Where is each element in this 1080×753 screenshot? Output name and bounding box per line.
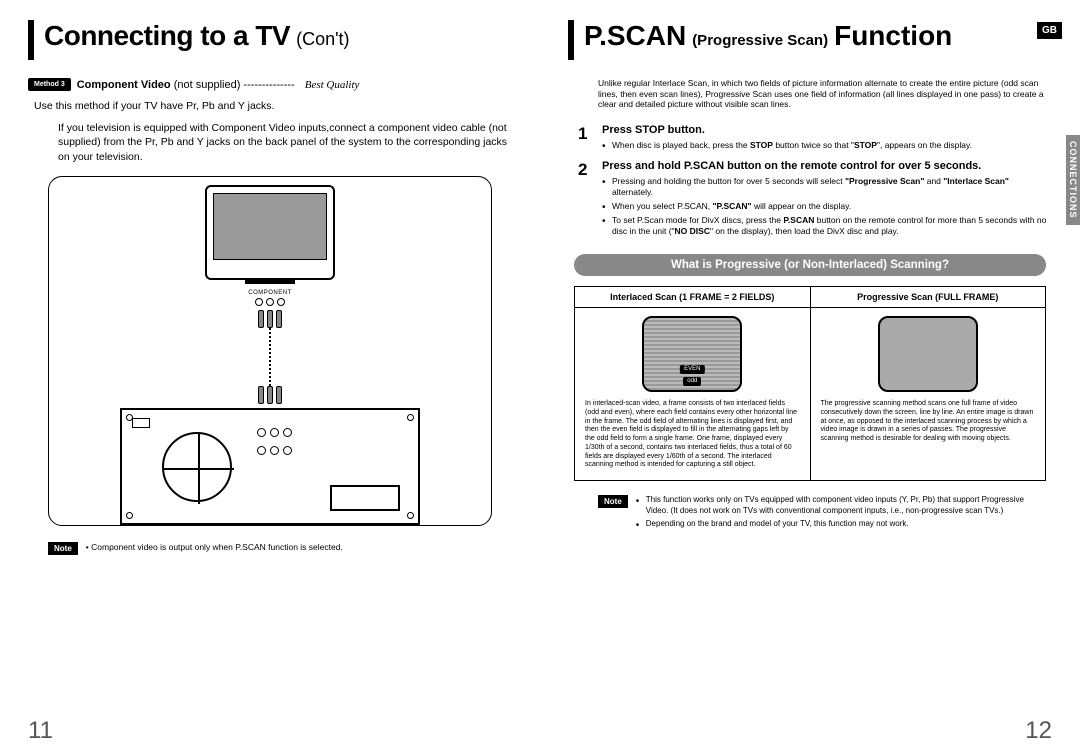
- intro-line: Use this method if your TV have Pr, Pb a…: [34, 99, 512, 113]
- cable-plugs-bottom: [258, 386, 282, 404]
- cable-icon: [269, 328, 271, 386]
- method-text: Component Video (not supplied) ---------…: [77, 79, 295, 91]
- note-pill-right: Note: [598, 495, 628, 508]
- step-2-bullet-2: When you select P.SCAN, "P.SCAN" will ap…: [602, 201, 1052, 212]
- cell-interlaced-text: In interlaced-scan video, a frame consis…: [585, 400, 800, 470]
- note-right-bullet-2: Depending on the brand and model of your…: [636, 519, 1046, 529]
- step-2: 2 Press and hold P.SCAN button on the re…: [578, 160, 1052, 240]
- cell-progressive-text: The progressive scanning method scans on…: [821, 400, 1036, 444]
- cell-progressive: The progressive scanning method scans on…: [811, 308, 1046, 480]
- fan-icon: [162, 432, 232, 502]
- cable-plugs-top: [258, 310, 282, 328]
- page-12: GB CONNECTIONS P.SCAN (Progressive Scan) …: [540, 0, 1080, 753]
- best-quality-label: Best Quality: [305, 79, 360, 91]
- progressive-screen-icon: [878, 316, 978, 392]
- intro-paragraph: Unlike regular Interlace Scan, in which …: [598, 78, 1052, 110]
- page-number-right: 12: [1025, 717, 1052, 745]
- step-2-title: Press and hold P.SCAN button on the remo…: [602, 160, 1052, 172]
- section-heading-bar: What is Progressive (or Non-Interlaced) …: [574, 254, 1046, 276]
- note-right: Note This function works only on TVs equ…: [598, 495, 1046, 532]
- title-main-left: Connecting to a TV: [44, 20, 290, 52]
- step-2-bullet-3: To set P.Scan mode for DivX discs, press…: [602, 215, 1052, 237]
- section-tab: CONNECTIONS: [1066, 135, 1080, 225]
- title-bar-left: Connecting to a TV (Con't): [28, 20, 512, 60]
- note-right-bullet-1: This function works only on TVs equipped…: [636, 495, 1046, 516]
- title-progressive: (Progressive Scan): [692, 32, 828, 49]
- language-badge: GB: [1037, 22, 1062, 39]
- tv-icon: [205, 185, 335, 280]
- scart-icon: [330, 485, 400, 511]
- step-1-num: 1: [578, 124, 594, 154]
- title-bar-right: P.SCAN (Progressive Scan) Function: [568, 20, 1022, 60]
- title-pscan: P.SCAN: [584, 20, 686, 52]
- method-pill: Method 3: [28, 78, 71, 91]
- step-2-bullet-1: Pressing and holding the button for over…: [602, 176, 1052, 198]
- step-2-num: 2: [578, 160, 594, 240]
- th-progressive: Progressive Scan (FULL FRAME): [811, 287, 1046, 308]
- step-1: 1 Press STOP button. When disc is played…: [578, 124, 1052, 154]
- method-row: Method 3 Component Video (not supplied) …: [28, 78, 512, 91]
- page-number-left: 11: [28, 717, 53, 745]
- receiver-rear-icon: [120, 408, 420, 525]
- connection-diagram: COMPONENT: [48, 176, 492, 526]
- step-1-bullet-1: When disc is played back, press the STOP…: [602, 140, 1052, 151]
- interlaced-screen-icon: EVEN odd: [642, 316, 742, 392]
- cell-interlaced: EVEN odd In interlaced-scan video, a fra…: [575, 308, 811, 480]
- step-1-title: Press STOP button.: [602, 124, 1052, 136]
- scan-comparison-table: Interlaced Scan (1 FRAME = 2 FIELDS) Pro…: [574, 286, 1046, 481]
- page-11: Connecting to a TV (Con't) Method 3 Comp…: [0, 0, 540, 753]
- title-sub-left: (Con't): [296, 29, 349, 50]
- title-function: Function: [834, 20, 952, 52]
- note-left: Note • Component video is output only wh…: [48, 542, 492, 555]
- note-text-left: • Component video is output only when P.…: [86, 542, 343, 553]
- method-paragraph: If you television is equipped with Compo…: [58, 121, 512, 164]
- note-pill-left: Note: [48, 542, 78, 555]
- component-jacks-label: COMPONENT: [248, 290, 292, 306]
- th-interlaced: Interlaced Scan (1 FRAME = 2 FIELDS): [575, 287, 811, 308]
